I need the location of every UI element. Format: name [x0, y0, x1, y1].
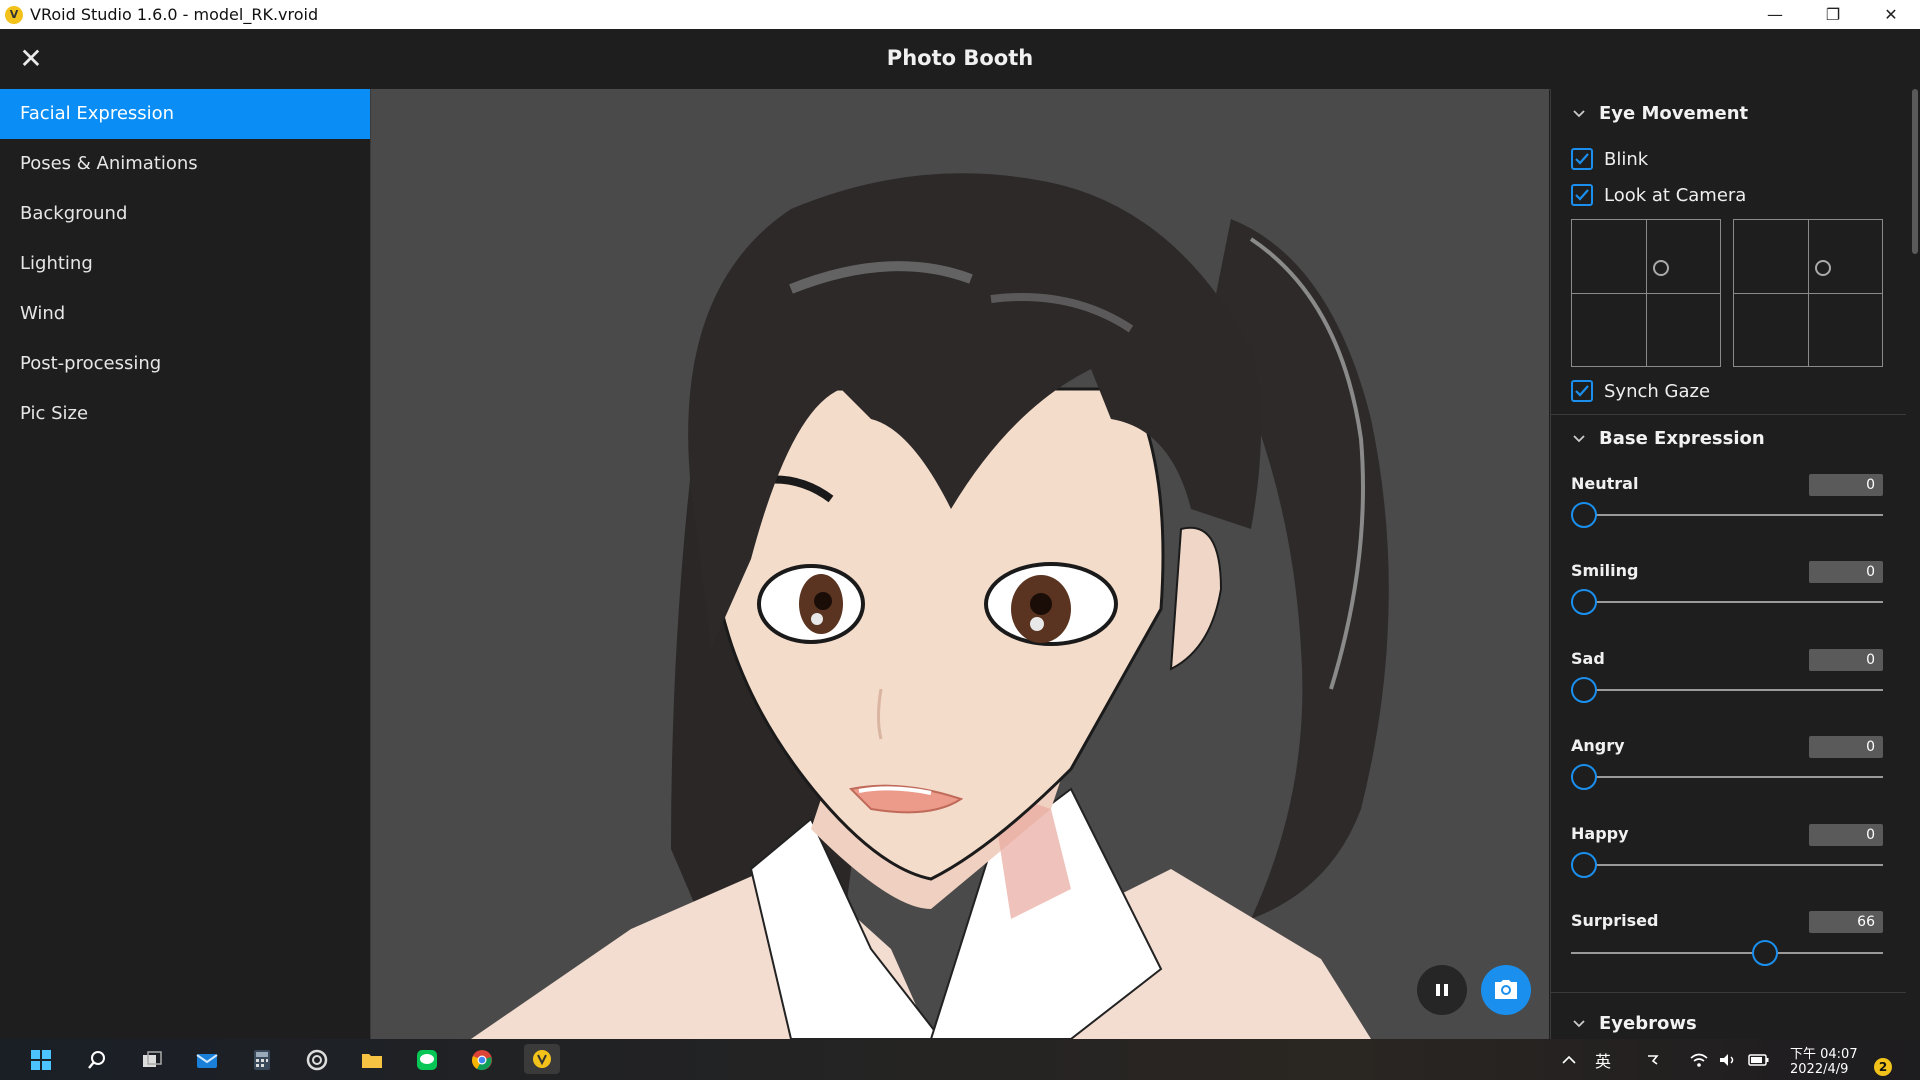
pause-icon	[1436, 984, 1448, 996]
taskbar-clock[interactable]: 下午 04:07 2022/4/9	[1790, 1047, 1858, 1077]
restore-button[interactable]: ❐	[1804, 0, 1862, 29]
minimize-button[interactable]: —	[1746, 0, 1804, 29]
sad-label: Sad	[1571, 649, 1605, 668]
neutral-slider-handle[interactable]	[1571, 502, 1597, 528]
blink-checkbox[interactable]	[1571, 148, 1593, 170]
file-explorer-icon[interactable]	[359, 1047, 385, 1073]
sidebar-item-post-processing[interactable]: Post-processing	[0, 339, 370, 389]
section-divider	[1551, 992, 1906, 993]
search-icon[interactable]	[84, 1047, 110, 1073]
left-eye-gaze-handle[interactable]	[1653, 260, 1669, 276]
ime-indicator[interactable]: 英	[1595, 1039, 1611, 1080]
blink-checkbox-row[interactable]: Blink	[1571, 148, 1648, 170]
sidebar-item-pic-size[interactable]: Pic Size	[0, 389, 370, 439]
check-icon	[1575, 153, 1589, 165]
neutral-value-field[interactable]: 0	[1809, 474, 1883, 496]
sad-value-field[interactable]: 0	[1809, 649, 1883, 671]
window-title-bar: V VRoid Studio 1.6.0 - model_RK.vroid — …	[0, 0, 1920, 29]
angry-value-field[interactable]: 0	[1809, 736, 1883, 758]
neutral-label: Neutral	[1571, 474, 1639, 493]
input-mode-icon[interactable]	[1645, 1039, 1661, 1080]
section-eyebrows[interactable]: Eyebrows	[1573, 1013, 1697, 1034]
smiling-slider-track[interactable]	[1571, 601, 1883, 603]
synch-gaze-label: Synch Gaze	[1604, 380, 1711, 402]
section-base-expression[interactable]: Base Expression	[1573, 428, 1765, 449]
right-eye-gaze-handle[interactable]	[1815, 260, 1831, 276]
screenshot-button[interactable]	[1481, 965, 1531, 1015]
line-icon[interactable]	[414, 1047, 440, 1073]
happy-slider-handle[interactable]	[1571, 852, 1597, 878]
look-at-camera-checkbox-row[interactable]: Look at Camera	[1571, 184, 1746, 206]
sidebar: Facial Expression Poses & Animations Bac…	[0, 89, 371, 1039]
chrome-icon[interactable]	[469, 1047, 495, 1073]
windows-start-icon[interactable]	[28, 1047, 54, 1073]
section-title: Base Expression	[1599, 428, 1765, 449]
windows-taskbar	[0, 1039, 1920, 1080]
sidebar-item-facial-expression[interactable]: Facial Expression	[0, 89, 370, 139]
clock-date: 2022/4/9	[1790, 1062, 1849, 1077]
vroid-icon[interactable]	[524, 1044, 560, 1074]
clock-time: 下午 04:07	[1790, 1047, 1858, 1062]
happy-slider-track[interactable]	[1571, 864, 1883, 866]
sad-slider-track[interactable]	[1571, 689, 1883, 691]
photo-booth-header: ✕ Photo Booth	[0, 29, 1920, 90]
synch-gaze-checkbox[interactable]	[1571, 380, 1593, 402]
chevron-down-icon	[1573, 1019, 1585, 1027]
mail-icon[interactable]	[194, 1047, 220, 1073]
pause-button[interactable]	[1417, 965, 1467, 1015]
section-title: Eye Movement	[1599, 103, 1749, 124]
surprised-value-field[interactable]: 66	[1809, 911, 1883, 933]
sidebar-item-lighting[interactable]: Lighting	[0, 239, 370, 289]
surprised-slider-handle[interactable]	[1752, 940, 1778, 966]
window-title: VRoid Studio 1.6.0 - model_RK.vroid	[30, 5, 319, 24]
camera-icon	[1495, 980, 1517, 999]
sidebar-item-background[interactable]: Background	[0, 189, 370, 239]
volume-icon[interactable]	[1718, 1039, 1738, 1080]
left-eye-gaze-pad[interactable]	[1571, 219, 1721, 367]
surprised-slider-track[interactable]	[1571, 952, 1883, 954]
chevron-down-icon	[1573, 109, 1585, 117]
smiling-label: Smiling	[1571, 561, 1639, 580]
task-view-icon[interactable]	[139, 1047, 165, 1073]
app-icon[interactable]	[304, 1047, 330, 1073]
look-at-camera-checkbox[interactable]	[1571, 184, 1593, 206]
notification-badge[interactable]: 2	[1874, 1058, 1892, 1076]
character-model	[471, 173, 1389, 1039]
smiling-value-field[interactable]: 0	[1809, 561, 1883, 583]
check-icon	[1575, 385, 1589, 397]
happy-value-field[interactable]: 0	[1809, 824, 1883, 846]
synch-gaze-checkbox-row[interactable]: Synch Gaze	[1571, 380, 1710, 402]
smiling-slider-handle[interactable]	[1571, 589, 1597, 615]
neutral-slider-track[interactable]	[1571, 514, 1883, 516]
sidebar-item-poses-animations[interactable]: Poses & Animations	[0, 139, 370, 189]
right-eye-gaze-pad[interactable]	[1733, 219, 1883, 367]
panel-scrollbar[interactable]	[1912, 89, 1918, 254]
sad-slider-handle[interactable]	[1571, 677, 1597, 703]
section-eye-movement[interactable]: Eye Movement	[1573, 103, 1748, 124]
show-hidden-icons-icon[interactable]	[1561, 1039, 1577, 1080]
vroid-app-icon: V	[5, 5, 23, 24]
wifi-icon[interactable]	[1689, 1039, 1709, 1080]
surprised-label: Surprised	[1571, 911, 1659, 930]
section-title: Eyebrows	[1599, 1013, 1697, 1034]
model-viewport[interactable]	[371, 89, 1549, 1039]
angry-slider-track[interactable]	[1571, 776, 1883, 778]
check-icon	[1575, 189, 1589, 201]
section-divider	[1551, 414, 1906, 415]
calculator-icon[interactable]	[249, 1047, 275, 1073]
close-window-button[interactable]: ✕	[1862, 0, 1920, 29]
chevron-down-icon	[1573, 434, 1585, 442]
settings-panel: Eye Movement Blink Look at Camera Synch …	[1550, 89, 1920, 1039]
battery-icon[interactable]	[1748, 1039, 1770, 1080]
blink-label: Blink	[1604, 148, 1649, 170]
look-at-camera-label: Look at Camera	[1604, 184, 1747, 206]
page-title: Photo Booth	[886, 46, 1034, 70]
sidebar-item-wind[interactable]: Wind	[0, 289, 370, 339]
happy-label: Happy	[1571, 824, 1629, 843]
angry-label: Angry	[1571, 736, 1625, 755]
angry-slider-handle[interactable]	[1571, 764, 1597, 790]
